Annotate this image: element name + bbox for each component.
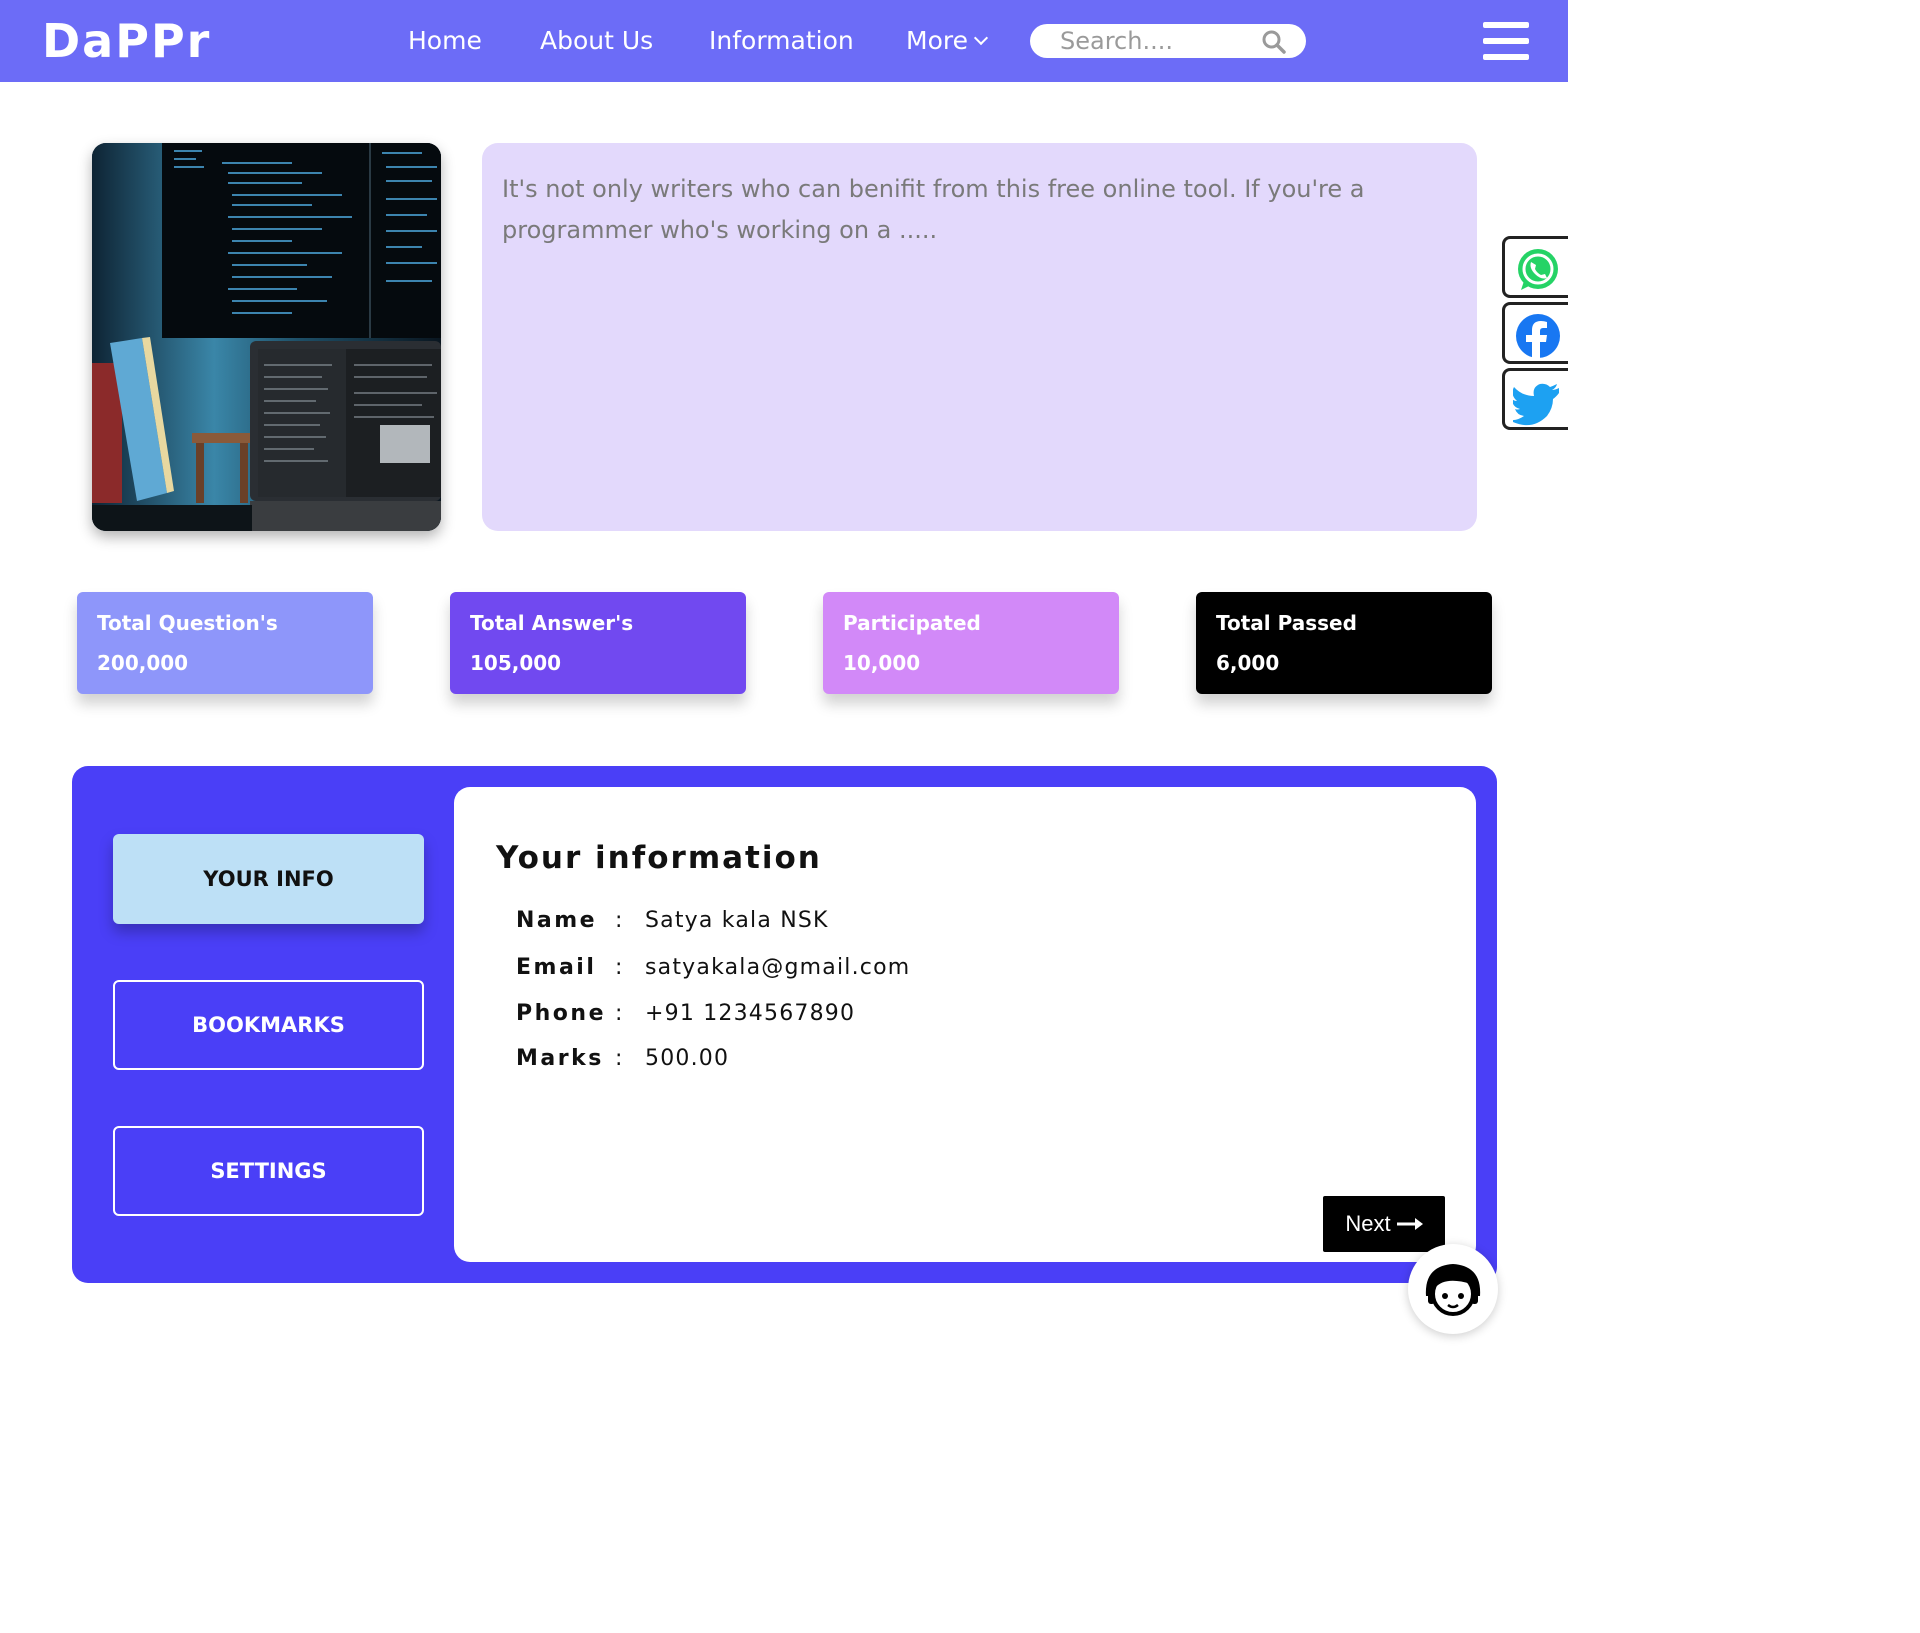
whatsapp-icon xyxy=(1518,249,1558,290)
tab-bookmarks[interactable]: BOOKMARKS xyxy=(113,980,424,1070)
nav-more-label: More xyxy=(906,26,968,55)
navbar: DaPPr Home About Us Information More xyxy=(0,0,1568,82)
brand-logo[interactable]: DaPPr xyxy=(42,14,211,68)
info-label-phone: Phone xyxy=(516,1001,606,1026)
stat-label: Participated xyxy=(843,611,981,635)
stat-card-participated: Participated 10,000 xyxy=(823,592,1119,694)
colon-separator: : xyxy=(615,955,623,980)
info-value-name: Satya kala NSK xyxy=(645,908,829,933)
info-label-email: Email xyxy=(516,955,597,980)
stat-label: Total Answer's xyxy=(470,611,634,635)
facebook-share-button[interactable] xyxy=(1502,302,1568,364)
next-button-label: Next xyxy=(1345,1211,1391,1236)
stat-label: Total Passed xyxy=(1216,611,1357,635)
hero-image xyxy=(92,143,441,531)
stat-value: 10,000 xyxy=(843,651,921,675)
stat-value: 6,000 xyxy=(1216,651,1280,675)
nav-link-about-us[interactable]: About Us xyxy=(540,26,653,56)
info-label-marks: Marks xyxy=(516,1046,604,1071)
chevron-down-icon xyxy=(973,30,989,46)
info-value-marks: 500.00 xyxy=(645,1046,730,1071)
nav-link-home[interactable]: Home xyxy=(408,26,482,56)
stat-card-total-answers: Total Answer's 105,000 xyxy=(450,592,746,694)
hero-description: It's not only writers who can benifit fr… xyxy=(502,175,1365,244)
hamburger-menu-icon[interactable] xyxy=(1483,22,1529,60)
arrow-right-icon xyxy=(1396,1218,1423,1230)
twitter-icon xyxy=(1513,383,1559,426)
tab-your-info[interactable]: YOUR INFO xyxy=(113,834,424,924)
twitter-share-button[interactable] xyxy=(1502,368,1568,430)
info-value-email: satyakala@gmail.com xyxy=(645,955,911,980)
tab-settings[interactable]: SETTINGS xyxy=(113,1126,424,1216)
whatsapp-share-button[interactable] xyxy=(1502,236,1568,298)
chat-support-button[interactable] xyxy=(1408,1244,1498,1334)
colon-separator: : xyxy=(615,1046,623,1071)
stat-card-total-passed: Total Passed 6,000 xyxy=(1196,592,1492,694)
nav-link-information[interactable]: Information xyxy=(709,26,854,56)
hero-text-card: It's not only writers who can benifit fr… xyxy=(482,143,1477,531)
info-title: Your information xyxy=(496,840,822,876)
search-icon[interactable] xyxy=(1261,29,1287,55)
stat-value: 105,000 xyxy=(470,651,562,675)
search-input[interactable] xyxy=(1060,26,1260,56)
stat-card-total-questions: Total Question's 200,000 xyxy=(77,592,373,694)
support-agent-icon xyxy=(1425,1264,1481,1316)
stat-value: 200,000 xyxy=(97,651,189,675)
info-value-phone: +91 1234567890 xyxy=(645,1001,856,1026)
stat-label: Total Question's xyxy=(97,611,278,635)
info-label-name: Name xyxy=(516,908,598,933)
nav-dropdown-more[interactable]: More xyxy=(906,26,989,56)
colon-separator: : xyxy=(615,908,623,933)
colon-separator: : xyxy=(615,1001,623,1026)
facebook-icon xyxy=(1516,314,1560,358)
